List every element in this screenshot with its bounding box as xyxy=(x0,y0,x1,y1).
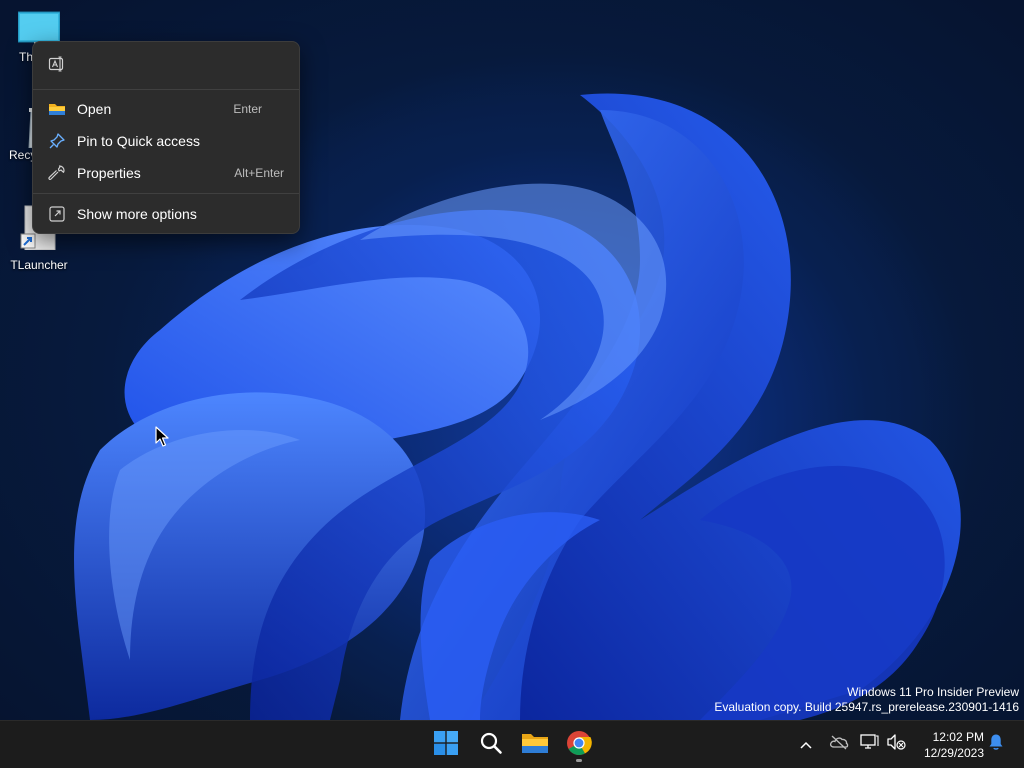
onedrive-button[interactable] xyxy=(828,733,850,755)
menu-item-label: Show more options xyxy=(77,206,197,222)
windows-logo-icon xyxy=(434,731,458,759)
context-menu: Open Enter Pin to Quick access Propertie… xyxy=(32,41,300,234)
folder-icon xyxy=(521,731,549,759)
chrome-icon xyxy=(566,730,592,760)
network-button[interactable] xyxy=(858,733,880,755)
search-icon xyxy=(479,731,503,759)
network-icon xyxy=(859,733,879,755)
onedrive-icon xyxy=(829,734,849,754)
wrench-icon xyxy=(37,164,77,182)
menu-item-shortcut: Alt+Enter xyxy=(234,166,284,180)
context-menu-separator xyxy=(33,89,299,90)
notification-bell-icon xyxy=(988,733,1004,755)
taskbar: 12:02 PM 12/29/2023 xyxy=(0,720,1024,768)
start-button[interactable] xyxy=(426,725,466,765)
show-more-icon xyxy=(37,205,77,223)
menu-item-shortcut: Enter xyxy=(233,102,262,116)
show-hidden-icons-button[interactable] xyxy=(797,733,815,755)
menu-item-open[interactable]: Open Enter xyxy=(37,94,295,124)
menu-item-label: Properties xyxy=(77,165,141,181)
running-app-indicator xyxy=(576,759,582,762)
desktop-icon-label: TLauncher xyxy=(10,258,68,272)
menu-item-show-more-options[interactable]: Show more options xyxy=(37,199,295,229)
taskbar-clock[interactable]: 12:02 PM 12/29/2023 xyxy=(912,729,984,761)
clock-time: 12:02 PM xyxy=(932,730,984,744)
volume-muted-icon xyxy=(886,733,906,755)
context-menu-separator xyxy=(33,193,299,194)
chevron-up-icon xyxy=(799,735,813,754)
menu-item-pin-to-quick-access[interactable]: Pin to Quick access xyxy=(37,126,295,156)
context-menu-quick-actions xyxy=(33,42,299,88)
menu-item-label: Pin to Quick access xyxy=(77,133,200,149)
folder-icon xyxy=(37,101,77,117)
menu-item-label: Open xyxy=(77,101,112,117)
rename-button[interactable] xyxy=(43,54,71,78)
pin-icon xyxy=(37,132,77,150)
watermark-line: Evaluation copy. Build 25947.rs_prerelea… xyxy=(714,700,1019,714)
evaluation-watermark: Windows 11 Pro Insider Preview Evaluatio… xyxy=(714,685,1019,715)
volume-button[interactable] xyxy=(885,733,907,755)
search-button[interactable] xyxy=(471,725,511,765)
file-explorer-button[interactable] xyxy=(515,725,555,765)
menu-item-properties[interactable]: Properties Alt+Enter xyxy=(37,158,295,188)
mouse-cursor-icon xyxy=(155,426,169,452)
rename-icon xyxy=(48,55,66,77)
watermark-line: Windows 11 Pro Insider Preview xyxy=(847,685,1019,699)
clock-date: 12/29/2023 xyxy=(923,746,984,760)
desktop[interactable]: Th Recy TLauncher Open Enter Pin to Quic… xyxy=(0,0,1024,720)
notifications-button[interactable] xyxy=(986,733,1006,755)
